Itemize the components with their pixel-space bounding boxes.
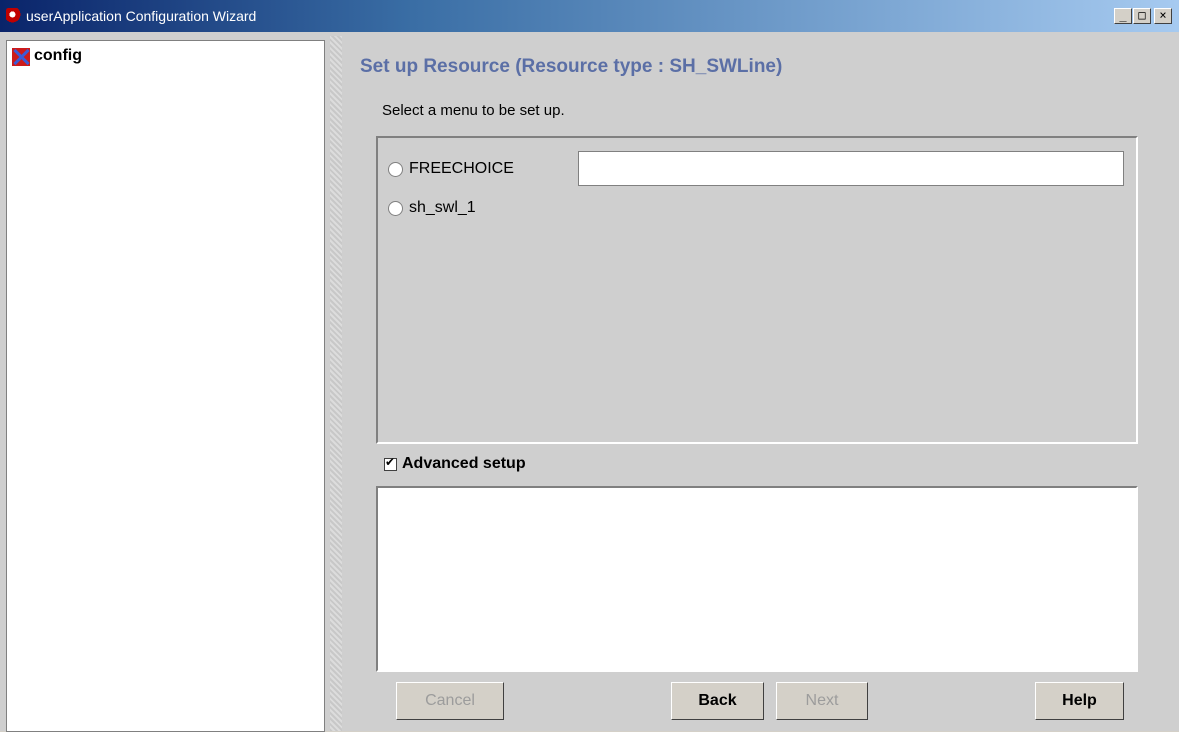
advanced-setup-toggle[interactable]: Advanced setup (384, 455, 526, 473)
freechoice-radio[interactable] (388, 161, 403, 177)
pane-splitter[interactable] (330, 36, 342, 731)
wizard-window: userApplication Configuration Wizard _ □… (0, 0, 1179, 732)
help-button[interactable]: Help (1035, 682, 1124, 720)
maximize-button[interactable]: □ (1133, 8, 1151, 24)
option-sh-swl-1[interactable]: sh_swl_1 (388, 199, 476, 217)
close-button[interactable]: × (1154, 8, 1172, 24)
menu-selection-panel: FREECHOICE sh_swl_1 (376, 136, 1138, 444)
advanced-setup-label: Advanced setup (402, 455, 526, 472)
window-title: userApplication Configuration Wizard (26, 8, 257, 24)
freechoice-input[interactable] (578, 151, 1124, 186)
next-button[interactable]: Next (776, 682, 868, 720)
sh-swl-1-radio[interactable] (388, 200, 403, 216)
title-bar[interactable]: userApplication Configuration Wizard _ □… (0, 0, 1179, 32)
config-tree[interactable]: config (6, 40, 325, 732)
freechoice-label: FREECHOICE (409, 160, 514, 177)
minimize-button[interactable]: _ (1114, 8, 1132, 24)
option-freechoice[interactable]: FREECHOICE (388, 160, 514, 178)
instruction-text: Select a menu to be set up. (382, 102, 565, 119)
config-node-icon (12, 48, 30, 66)
sh-swl-1-label: sh_swl_1 (409, 199, 476, 216)
advanced-setup-checkbox[interactable] (384, 455, 397, 471)
setup-pane: Set up Resource (Resource type : SH_SWLi… (342, 36, 1179, 731)
cancel-button[interactable]: Cancel (396, 682, 504, 720)
back-button[interactable]: Back (671, 682, 764, 720)
app-icon (6, 8, 22, 24)
tree-item-config[interactable]: config (34, 47, 82, 65)
advanced-setup-panel (376, 486, 1138, 672)
page-title: Set up Resource (Resource type : SH_SWLi… (360, 56, 783, 77)
